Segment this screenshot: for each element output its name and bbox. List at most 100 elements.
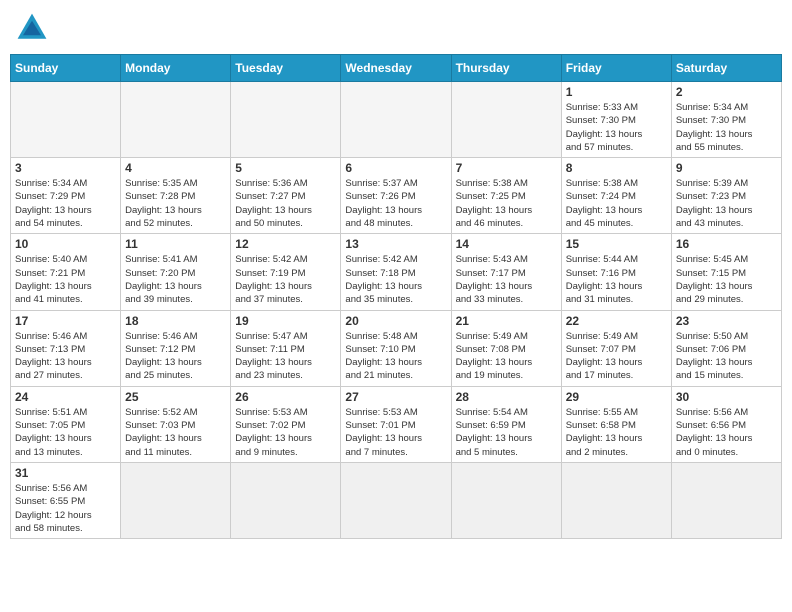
day-info: Sunrise: 5:53 AM Sunset: 7:01 PM Dayligh…: [345, 406, 446, 459]
calendar-cell: 15 Sunrise: 5:44 AM Sunset: 7:16 PM Dayli…: [561, 234, 671, 310]
day-number: 12: [235, 237, 336, 251]
day-header-monday: Monday: [121, 55, 231, 82]
day-number: 9: [676, 161, 777, 175]
calendar-cell: 1 Sunrise: 5:33 AM Sunset: 7:30 PM Daylig…: [561, 82, 671, 158]
calendar-cell: [341, 82, 451, 158]
calendar-cell: 21 Sunrise: 5:49 AM Sunset: 7:08 PM Dayli…: [451, 310, 561, 386]
day-info: Sunrise: 5:50 AM Sunset: 7:06 PM Dayligh…: [676, 330, 777, 383]
day-number: 10: [15, 237, 116, 251]
day-number: 20: [345, 314, 446, 328]
day-number: 21: [456, 314, 557, 328]
day-info: Sunrise: 5:54 AM Sunset: 6:59 PM Dayligh…: [456, 406, 557, 459]
calendar-cell: [451, 82, 561, 158]
day-number: 27: [345, 390, 446, 404]
calendar-week-row: 31Sunrise: 5:56 AM Sunset: 6:55 PM Dayli…: [11, 462, 782, 538]
calendar-cell: 22 Sunrise: 5:49 AM Sunset: 7:07 PM Dayli…: [561, 310, 671, 386]
calendar-cell: 8Sunrise: 5:38 AM Sunset: 7:24 PM Daylig…: [561, 158, 671, 234]
day-number: 2: [676, 85, 777, 99]
calendar-cell: [451, 462, 561, 538]
day-info: Sunrise: 5:55 AM Sunset: 6:58 PM Dayligh…: [566, 406, 667, 459]
day-info: Sunrise: 5:44 AM Sunset: 7:16 PM Dayligh…: [566, 253, 667, 306]
day-header-row: SundayMondayTuesdayWednesdayThursdayFrid…: [11, 55, 782, 82]
calendar-week-row: 10 Sunrise: 5:40 AM Sunset: 7:21 PM Dayli…: [11, 234, 782, 310]
calendar-cell: 23 Sunrise: 5:50 AM Sunset: 7:06 PM Dayli…: [671, 310, 781, 386]
day-number: 8: [566, 161, 667, 175]
calendar-cell: 28 Sunrise: 5:54 AM Sunset: 6:59 PM Dayli…: [451, 386, 561, 462]
day-number: 16: [676, 237, 777, 251]
calendar-cell: 31Sunrise: 5:56 AM Sunset: 6:55 PM Dayli…: [11, 462, 121, 538]
day-header-friday: Friday: [561, 55, 671, 82]
day-info: Sunrise: 5:42 AM Sunset: 7:19 PM Dayligh…: [235, 253, 336, 306]
day-header-wednesday: Wednesday: [341, 55, 451, 82]
day-info: Sunrise: 5:34 AM Sunset: 7:30 PM Dayligh…: [676, 101, 777, 154]
calendar-cell: 6Sunrise: 5:37 AM Sunset: 7:26 PM Daylig…: [341, 158, 451, 234]
day-number: 1: [566, 85, 667, 99]
day-number: 22: [566, 314, 667, 328]
day-info: Sunrise: 5:53 AM Sunset: 7:02 PM Dayligh…: [235, 406, 336, 459]
day-info: Sunrise: 5:51 AM Sunset: 7:05 PM Dayligh…: [15, 406, 116, 459]
calendar-cell: 27 Sunrise: 5:53 AM Sunset: 7:01 PM Dayli…: [341, 386, 451, 462]
calendar-week-row: 17Sunrise: 5:46 AM Sunset: 7:13 PM Dayli…: [11, 310, 782, 386]
day-info: Sunrise: 5:42 AM Sunset: 7:18 PM Dayligh…: [345, 253, 446, 306]
day-number: 4: [125, 161, 226, 175]
logo-icon: [14, 10, 50, 46]
day-number: 29: [566, 390, 667, 404]
day-info: Sunrise: 5:33 AM Sunset: 7:30 PM Dayligh…: [566, 101, 667, 154]
calendar-cell: 9Sunrise: 5:39 AM Sunset: 7:23 PM Daylig…: [671, 158, 781, 234]
day-info: Sunrise: 5:48 AM Sunset: 7:10 PM Dayligh…: [345, 330, 446, 383]
calendar-cell: 3 Sunrise: 5:34 AM Sunset: 7:29 PM Daylig…: [11, 158, 121, 234]
day-header-thursday: Thursday: [451, 55, 561, 82]
calendar-cell: 13 Sunrise: 5:42 AM Sunset: 7:18 PM Dayli…: [341, 234, 451, 310]
calendar-cell: 14 Sunrise: 5:43 AM Sunset: 7:17 PM Dayli…: [451, 234, 561, 310]
day-info: Sunrise: 5:56 AM Sunset: 6:55 PM Dayligh…: [15, 482, 116, 535]
day-info: Sunrise: 5:56 AM Sunset: 6:56 PM Dayligh…: [676, 406, 777, 459]
day-number: 19: [235, 314, 336, 328]
day-number: 23: [676, 314, 777, 328]
day-info: Sunrise: 5:43 AM Sunset: 7:17 PM Dayligh…: [456, 253, 557, 306]
day-number: 30: [676, 390, 777, 404]
calendar-week-row: 24 Sunrise: 5:51 AM Sunset: 7:05 PM Dayli…: [11, 386, 782, 462]
day-info: Sunrise: 5:45 AM Sunset: 7:15 PM Dayligh…: [676, 253, 777, 306]
day-info: Sunrise: 5:34 AM Sunset: 7:29 PM Dayligh…: [15, 177, 116, 230]
calendar-cell: [561, 462, 671, 538]
day-number: 3: [15, 161, 116, 175]
day-number: 24: [15, 390, 116, 404]
calendar-week-row: 3 Sunrise: 5:34 AM Sunset: 7:29 PM Daylig…: [11, 158, 782, 234]
calendar-cell: 19 Sunrise: 5:47 AM Sunset: 7:11 PM Dayli…: [231, 310, 341, 386]
day-number: 17: [15, 314, 116, 328]
day-number: 26: [235, 390, 336, 404]
day-number: 13: [345, 237, 446, 251]
calendar-cell: [341, 462, 451, 538]
day-header-sunday: Sunday: [11, 55, 121, 82]
day-number: 18: [125, 314, 226, 328]
calendar-cell: [121, 462, 231, 538]
day-info: Sunrise: 5:36 AM Sunset: 7:27 PM Dayligh…: [235, 177, 336, 230]
logo: [14, 10, 56, 46]
day-info: Sunrise: 5:35 AM Sunset: 7:28 PM Dayligh…: [125, 177, 226, 230]
day-info: Sunrise: 5:40 AM Sunset: 7:21 PM Dayligh…: [15, 253, 116, 306]
calendar-week-row: 1 Sunrise: 5:33 AM Sunset: 7:30 PM Daylig…: [11, 82, 782, 158]
day-number: 28: [456, 390, 557, 404]
calendar-cell: 12 Sunrise: 5:42 AM Sunset: 7:19 PM Dayli…: [231, 234, 341, 310]
calendar-cell: [121, 82, 231, 158]
calendar-cell: 11Sunrise: 5:41 AM Sunset: 7:20 PM Dayli…: [121, 234, 231, 310]
day-info: Sunrise: 5:49 AM Sunset: 7:08 PM Dayligh…: [456, 330, 557, 383]
day-info: Sunrise: 5:37 AM Sunset: 7:26 PM Dayligh…: [345, 177, 446, 230]
day-number: 15: [566, 237, 667, 251]
day-header-tuesday: Tuesday: [231, 55, 341, 82]
day-info: Sunrise: 5:49 AM Sunset: 7:07 PM Dayligh…: [566, 330, 667, 383]
calendar-cell: 4 Sunrise: 5:35 AM Sunset: 7:28 PM Daylig…: [121, 158, 231, 234]
calendar-cell: 26 Sunrise: 5:53 AM Sunset: 7:02 PM Dayli…: [231, 386, 341, 462]
calendar-cell: 25Sunrise: 5:52 AM Sunset: 7:03 PM Dayli…: [121, 386, 231, 462]
calendar-cell: 17Sunrise: 5:46 AM Sunset: 7:13 PM Dayli…: [11, 310, 121, 386]
calendar-cell: [231, 462, 341, 538]
day-number: 25: [125, 390, 226, 404]
calendar-cell: 24 Sunrise: 5:51 AM Sunset: 7:05 PM Dayli…: [11, 386, 121, 462]
day-number: 14: [456, 237, 557, 251]
calendar-table: SundayMondayTuesdayWednesdayThursdayFrid…: [10, 54, 782, 539]
day-info: Sunrise: 5:47 AM Sunset: 7:11 PM Dayligh…: [235, 330, 336, 383]
day-number: 5: [235, 161, 336, 175]
calendar-cell: [231, 82, 341, 158]
page-header: [10, 10, 782, 46]
calendar-cell: 16 Sunrise: 5:45 AM Sunset: 7:15 PM Dayli…: [671, 234, 781, 310]
